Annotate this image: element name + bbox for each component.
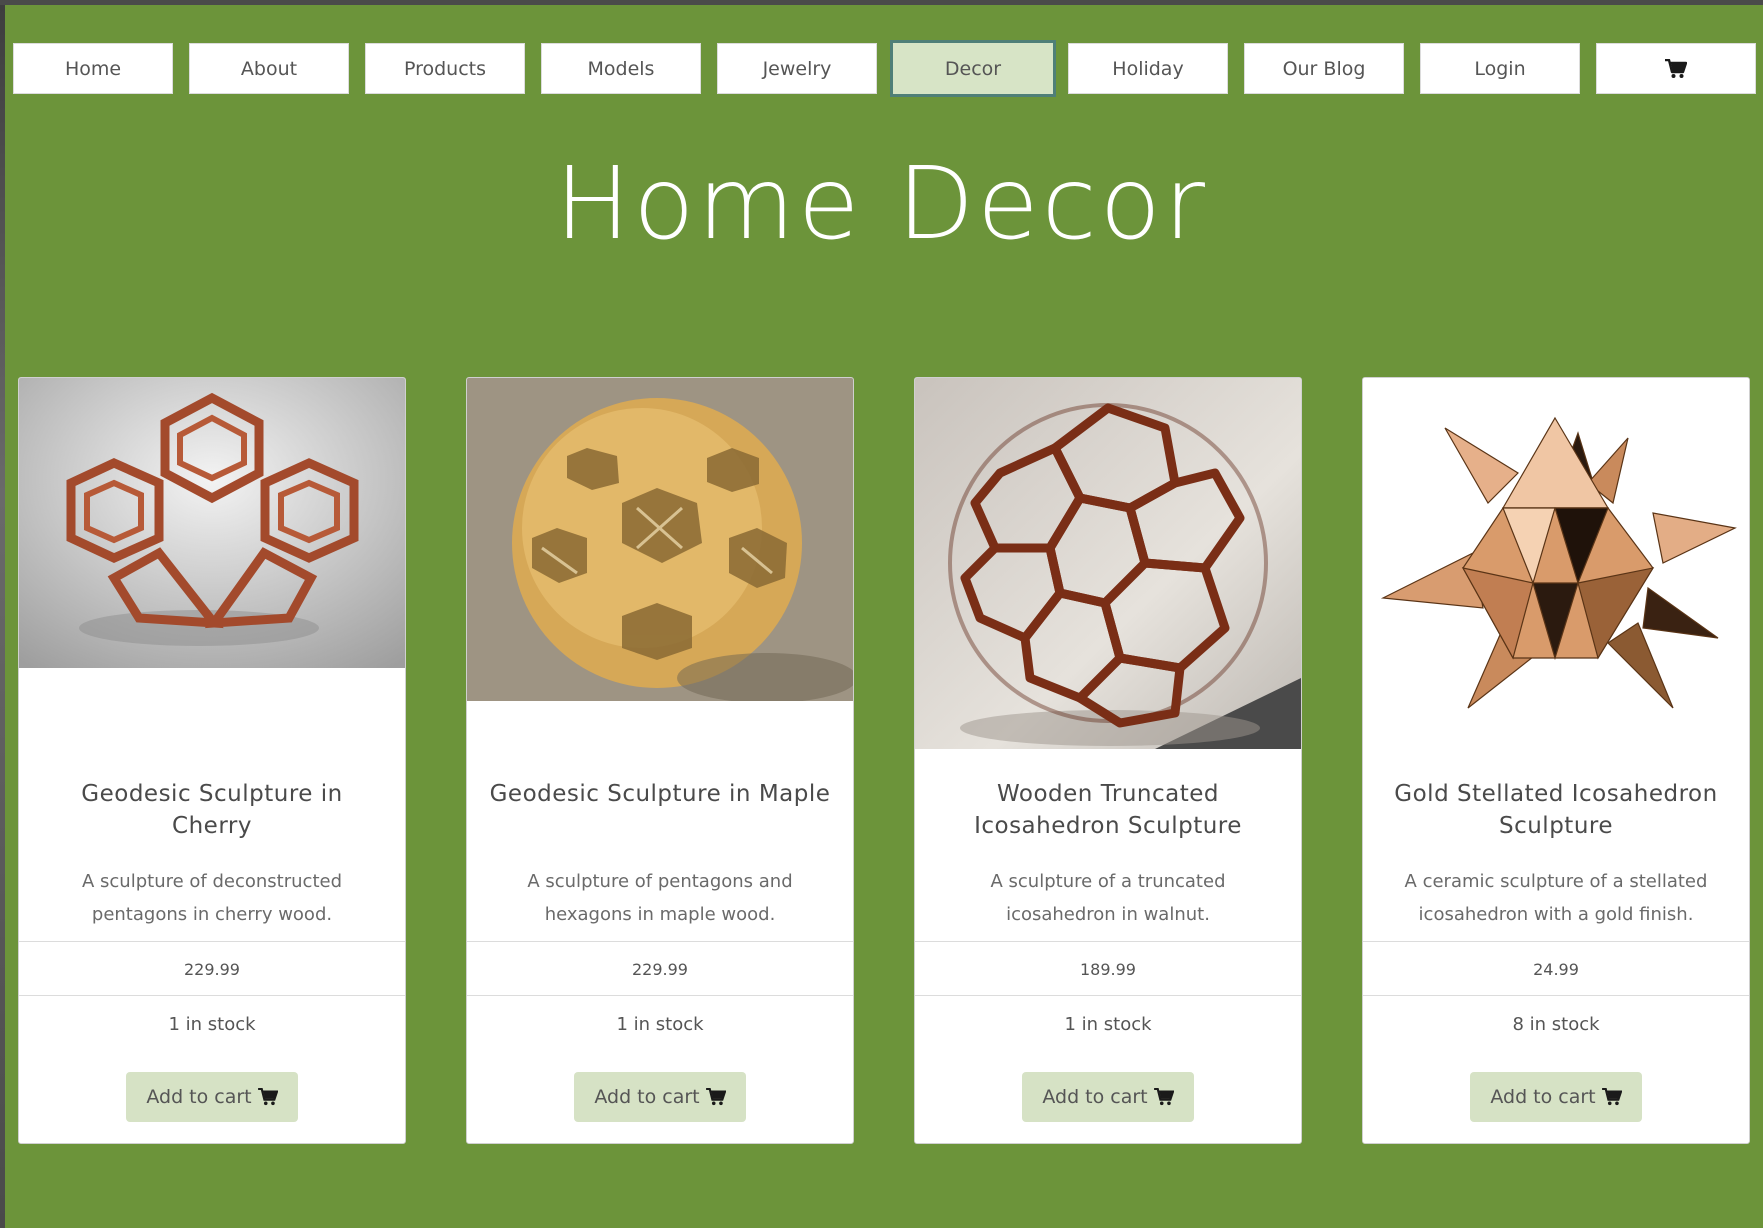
- nav-models-label: Models: [587, 57, 655, 80]
- nav-about[interactable]: About: [189, 43, 349, 94]
- nav-login-label: Login: [1474, 57, 1526, 80]
- main-nav: Home About Products Models Jewelry Decor…: [13, 40, 1756, 97]
- divider: [915, 941, 1301, 942]
- shopping-cart-icon: [705, 1088, 726, 1106]
- nav-home-label: Home: [64, 57, 122, 80]
- shopping-cart-icon: [1601, 1088, 1622, 1106]
- nav-login[interactable]: Login: [1420, 43, 1580, 94]
- product-description: A sculpture of pentagons and hexagons in…: [527, 871, 793, 925]
- add-to-cart-button[interactable]: Add to cart: [1022, 1072, 1194, 1122]
- shopping-cart-icon: [257, 1088, 278, 1106]
- nav-our-blog-label: Our Blog: [1282, 57, 1366, 80]
- nav-jewelry-label: Jewelry: [762, 57, 832, 80]
- product-description: A sculpture of deconstructed pentagons i…: [82, 871, 342, 925]
- product-stock: 8 in stock: [1512, 1014, 1600, 1035]
- product-image-maple[interactable]: [467, 378, 853, 701]
- product-description: A ceramic sculpture of a stellated icosa…: [1404, 871, 1708, 925]
- add-to-cart-label: Add to cart: [146, 1086, 252, 1108]
- product-description: A sculpture of a truncated icosahedron i…: [990, 871, 1226, 925]
- product-card-gold-star: Gold Stellated Icosahedron Sculpture A c…: [1362, 377, 1750, 1144]
- product-image-walnut[interactable]: [915, 378, 1301, 749]
- nav-holiday-label: Holiday: [1112, 57, 1184, 80]
- divider: [915, 995, 1301, 996]
- product-card-walnut: Wooden Truncated Icosahedron Sculpture A…: [914, 377, 1302, 1144]
- shopping-cart-icon: [1153, 1088, 1174, 1106]
- product-price: 24.99: [1533, 960, 1579, 979]
- nav-products-label: Products: [403, 57, 487, 80]
- nav-holiday[interactable]: Holiday: [1068, 43, 1228, 94]
- product-card-maple: Geodesic Sculpture in Maple A sculpture …: [466, 377, 854, 1144]
- window-top-edge: [0, 0, 1763, 5]
- add-to-cart-label: Add to cart: [1490, 1086, 1596, 1108]
- product-title[interactable]: Geodesic Sculpture in Cherry: [39, 778, 385, 842]
- add-to-cart-button[interactable]: Add to cart: [126, 1072, 298, 1122]
- nav-decor-label: Decor: [944, 57, 1002, 80]
- product-image-gold-star[interactable]: [1363, 378, 1749, 749]
- divider: [1363, 941, 1749, 942]
- divider: [467, 941, 853, 942]
- product-price: 229.99: [632, 960, 688, 979]
- add-to-cart-label: Add to cart: [1042, 1086, 1148, 1108]
- product-title[interactable]: Wooden Truncated Icosahedron Sculpture: [935, 778, 1281, 842]
- product-title[interactable]: Geodesic Sculpture in Maple: [487, 778, 833, 810]
- divider: [19, 995, 405, 996]
- product-stock: 1 in stock: [1064, 1014, 1152, 1035]
- product-price: 189.99: [1080, 960, 1136, 979]
- nav-products[interactable]: Products: [365, 43, 525, 94]
- product-title[interactable]: Gold Stellated Icosahedron Sculpture: [1383, 778, 1729, 842]
- nav-about-label: About: [240, 57, 298, 80]
- nav-our-blog[interactable]: Our Blog: [1244, 43, 1404, 94]
- nav-decor[interactable]: Decor: [890, 40, 1056, 97]
- shopping-cart-icon: [1665, 58, 1688, 79]
- page-title: Home Decor: [555, 145, 1208, 262]
- product-price: 229.99: [184, 960, 240, 979]
- nav-jewelry[interactable]: Jewelry: [717, 43, 877, 94]
- divider: [1363, 995, 1749, 996]
- divider: [467, 995, 853, 996]
- nav-cart-button[interactable]: [1596, 43, 1756, 94]
- divider: [19, 941, 405, 942]
- product-stock: 1 in stock: [616, 1014, 704, 1035]
- add-to-cart-button[interactable]: Add to cart: [1470, 1072, 1642, 1122]
- product-image-cherry[interactable]: [19, 378, 405, 668]
- add-to-cart-label: Add to cart: [594, 1086, 700, 1108]
- product-stock: 1 in stock: [168, 1014, 256, 1035]
- add-to-cart-button[interactable]: Add to cart: [574, 1072, 746, 1122]
- nav-home[interactable]: Home: [13, 43, 173, 94]
- nav-models[interactable]: Models: [541, 43, 701, 94]
- product-card-cherry: Geodesic Sculpture in Cherry A sculpture…: [18, 377, 406, 1144]
